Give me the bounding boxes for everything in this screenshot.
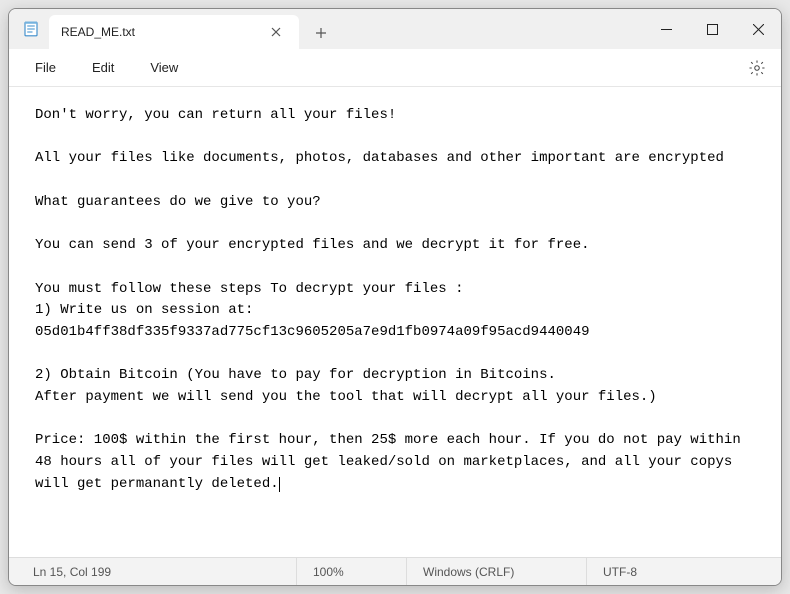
document-content: Don't worry, you can return all your fil… [35, 107, 749, 492]
close-window-button[interactable] [735, 9, 781, 49]
tab-title: READ_ME.txt [61, 25, 257, 39]
menu-edit[interactable]: Edit [74, 54, 132, 81]
status-cursor-position[interactable]: Ln 15, Col 199 [17, 558, 297, 585]
tab-area: READ_ME.txt [9, 9, 643, 49]
maximize-button[interactable] [689, 9, 735, 49]
text-caret [279, 477, 280, 492]
window-controls [643, 9, 781, 49]
status-zoom[interactable]: 100% [297, 558, 407, 585]
settings-button[interactable] [741, 52, 773, 84]
minimize-button[interactable] [643, 9, 689, 49]
titlebar: READ_ME.txt [9, 9, 781, 49]
tab-readme[interactable]: READ_ME.txt [49, 15, 299, 49]
close-tab-button[interactable] [265, 21, 287, 43]
new-tab-button[interactable] [305, 17, 337, 49]
statusbar: Ln 15, Col 199 100% Windows (CRLF) UTF-8 [9, 557, 781, 585]
menubar: File Edit View [9, 49, 781, 87]
text-editor[interactable]: Don't worry, you can return all your fil… [9, 87, 781, 557]
status-encoding[interactable]: UTF-8 [587, 558, 773, 585]
menu-file[interactable]: File [17, 54, 74, 81]
notepad-icon [21, 19, 41, 39]
menu-view[interactable]: View [132, 54, 196, 81]
notepad-window: READ_ME.txt File Edit View [8, 8, 782, 586]
status-line-ending[interactable]: Windows (CRLF) [407, 558, 587, 585]
